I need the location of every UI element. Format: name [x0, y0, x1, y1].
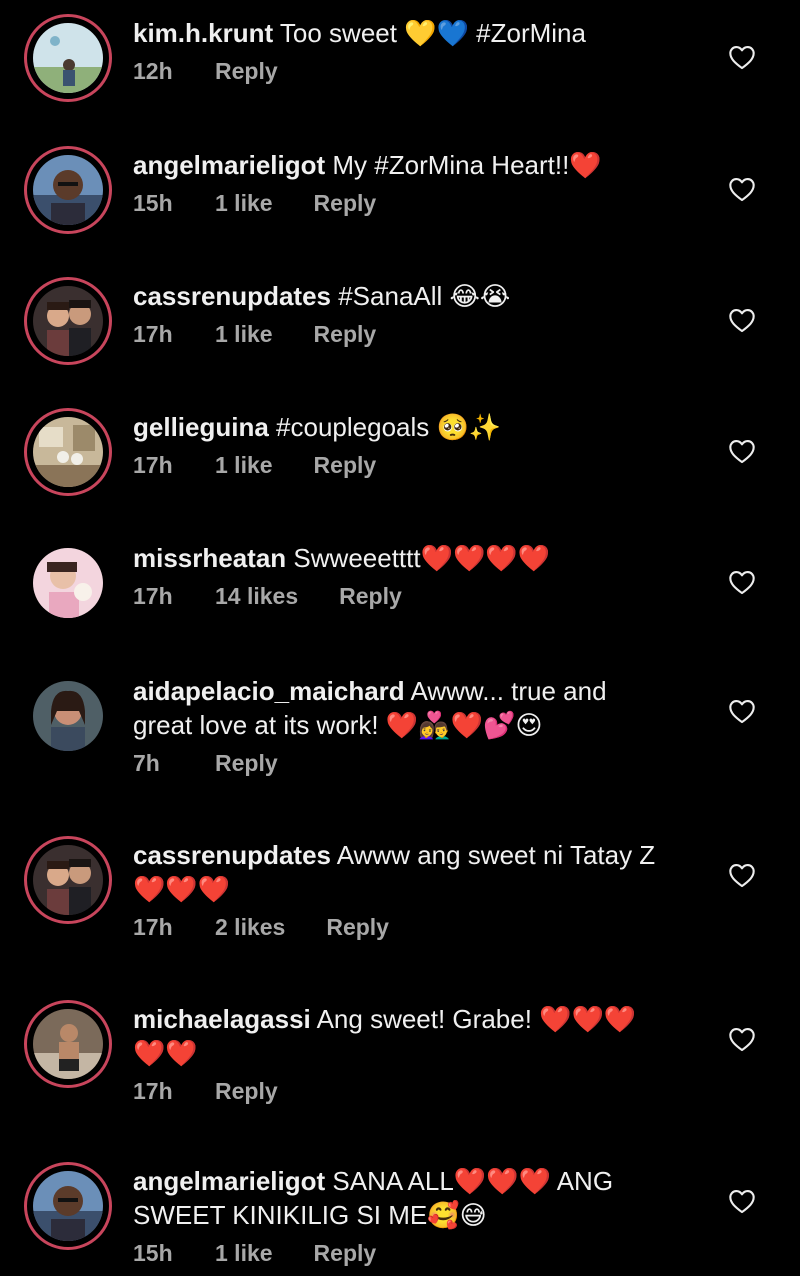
comment-likes-count[interactable]: 1 like	[215, 319, 273, 349]
avatar[interactable]	[24, 408, 112, 496]
avatar[interactable]	[24, 539, 112, 627]
reply-button[interactable]: Reply	[339, 581, 402, 611]
comment-timestamp: 15h	[133, 1240, 173, 1266]
comment-timestamp: 12h	[133, 58, 173, 84]
comment-meta: 17h 1 like Reply	[133, 450, 713, 480]
comment-text: Ang sweet! Grabe! ❤️❤️❤️	[316, 1004, 637, 1034]
comment-text: SANA ALL❤️❤️❤️ ANG	[332, 1166, 614, 1196]
comment-text: #couplegoals 🥺✨	[276, 412, 502, 442]
comment-timestamp: 7h	[133, 750, 160, 776]
comment-text-line: cassrenupdates #SanaAll 😂😭	[133, 279, 713, 313]
heart-outline-icon[interactable]	[728, 1188, 756, 1214]
comment-timestamp: 17h	[133, 583, 173, 609]
reply-button[interactable]: Reply	[314, 450, 377, 480]
comment-likes-count[interactable]: 14 likes	[215, 581, 298, 611]
avatar[interactable]	[24, 1162, 112, 1250]
comment-text-line: aidapelacio_maichard Awww... true and	[133, 674, 713, 708]
comment-timestamp: 17h	[133, 1078, 173, 1104]
avatar[interactable]	[24, 836, 112, 924]
avatar[interactable]	[24, 1000, 112, 1088]
avatar[interactable]	[24, 672, 112, 760]
reply-button[interactable]: Reply	[314, 188, 377, 218]
comment-meta: 17h Reply	[133, 1076, 713, 1106]
avatar[interactable]	[24, 277, 112, 365]
avatar-image	[33, 681, 103, 751]
avatar-image	[33, 155, 103, 225]
comment-text: #SanaAll 😂😭	[338, 281, 511, 311]
avatar-image	[33, 417, 103, 487]
comment-timestamp: 17h	[133, 914, 173, 940]
comment-likes-count[interactable]: 1 like	[215, 188, 273, 218]
comment-text: great love at its work! ❤️👩‍❤️‍👨❤️💕😍	[133, 710, 543, 740]
comment-text-line: ❤️❤️	[133, 1036, 713, 1070]
heart-outline-icon[interactable]	[728, 44, 756, 70]
avatar[interactable]	[24, 146, 112, 234]
reply-button[interactable]: Reply	[314, 1238, 377, 1268]
comment-username[interactable]: kim.h.krunt	[133, 18, 273, 48]
heart-outline-icon[interactable]	[728, 307, 756, 333]
comment-timestamp: 17h	[133, 452, 173, 478]
comment-text-line: gellieguina #couplegoals 🥺✨	[133, 410, 713, 444]
heart-outline-icon[interactable]	[728, 862, 756, 888]
comment-likes-count[interactable]: 1 like	[215, 450, 273, 480]
avatar[interactable]	[24, 14, 112, 102]
comment-likes-count[interactable]: 2 likes	[215, 912, 285, 942]
comment-username[interactable]: angelmarieligot	[133, 150, 325, 180]
comment-meta: 17h 14 likes Reply	[133, 581, 713, 611]
comment-text-line: ❤️❤️❤️	[133, 872, 713, 906]
heart-outline-icon[interactable]	[728, 1026, 756, 1052]
reply-button[interactable]: Reply	[215, 748, 278, 778]
comment-meta: 7h Reply	[133, 748, 713, 778]
comment-text-line: angelmarieligot My #ZorMina Heart!!❤️	[133, 148, 713, 182]
comment-text-line: kim.h.krunt Too sweet 💛💙 #ZorMina	[133, 16, 713, 50]
avatar-image	[33, 845, 103, 915]
heart-outline-icon[interactable]	[728, 698, 756, 724]
heart-outline-icon[interactable]	[728, 569, 756, 595]
reply-button[interactable]: Reply	[215, 56, 278, 86]
heart-outline-icon[interactable]	[728, 438, 756, 464]
comment-username[interactable]: gellieguina	[133, 412, 269, 442]
avatar-image	[33, 548, 103, 618]
comment-meta: 15h 1 like Reply	[133, 188, 713, 218]
comment-timestamp: 17h	[133, 321, 173, 347]
comment-text: ❤️❤️❤️	[133, 874, 231, 904]
comment-meta: 15h 1 like Reply	[133, 1238, 713, 1268]
reply-button[interactable]: Reply	[215, 1076, 278, 1106]
comment-meta: 17h 2 likes Reply	[133, 912, 713, 942]
reply-button[interactable]: Reply	[326, 912, 389, 942]
comment-username[interactable]: cassrenupdates	[133, 840, 331, 870]
comment-username[interactable]: michaelagassi	[133, 1004, 311, 1034]
comment-text-line: missrheatan Swweeetttt❤️❤️❤️❤️	[133, 541, 713, 575]
reply-button[interactable]: Reply	[314, 319, 377, 349]
comment-text-line: great love at its work! ❤️👩‍❤️‍👨❤️💕😍	[133, 708, 713, 742]
avatar-image	[33, 1171, 103, 1241]
comment-username[interactable]: missrheatan	[133, 543, 286, 573]
avatar-image	[33, 23, 103, 93]
heart-outline-icon[interactable]	[728, 176, 756, 202]
comment-likes-count[interactable]: 1 like	[215, 1238, 273, 1268]
comment-text: SWEET KINIKILIG SI ME🥰😅	[133, 1200, 487, 1230]
comment-text: Awww... true and	[410, 676, 607, 706]
comment-meta: 12h Reply	[133, 56, 713, 86]
comment-text: Too sweet 💛💙 #ZorMina	[279, 18, 586, 48]
comment-text: Awww ang sweet ni Tatay Z	[336, 840, 656, 870]
comment-text: Swweeetttt❤️❤️❤️❤️	[293, 543, 551, 573]
comment-timestamp: 15h	[133, 190, 173, 216]
comment-text: My #ZorMina Heart!!❤️	[332, 150, 602, 180]
comment-text-line: michaelagassi Ang sweet! Grabe! ❤️❤️❤️	[133, 1002, 713, 1036]
comment-username[interactable]: cassrenupdates	[133, 281, 331, 311]
comment-username[interactable]: angelmarieligot	[133, 1166, 325, 1196]
comment-text-line: cassrenupdates Awww ang sweet ni Tatay Z	[133, 838, 713, 872]
comment-text-line: angelmarieligot SANA ALL❤️❤️❤️ ANG	[133, 1164, 713, 1198]
comment-meta: 17h 1 like Reply	[133, 319, 713, 349]
avatar-image	[33, 286, 103, 356]
comment-text: ❤️❤️	[133, 1038, 198, 1068]
avatar-image	[33, 1009, 103, 1079]
comment-text-line: SWEET KINIKILIG SI ME🥰😅	[133, 1198, 713, 1232]
comment-username[interactable]: aidapelacio_maichard	[133, 676, 405, 706]
